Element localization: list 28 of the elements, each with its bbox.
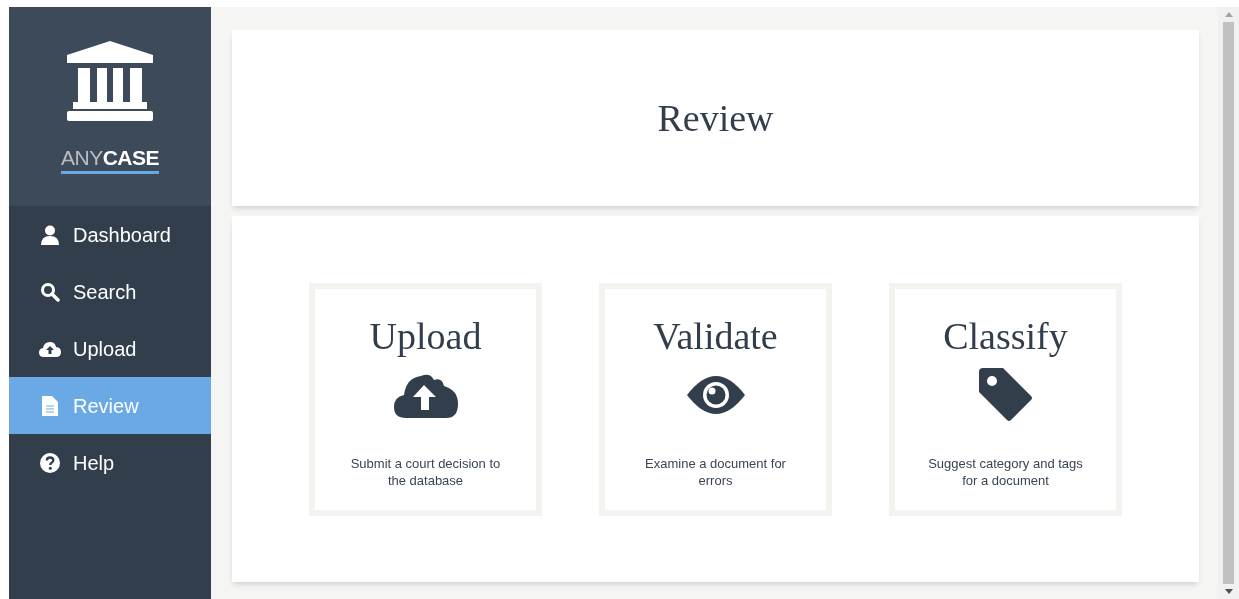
nav-item[interactable]: Upload bbox=[9, 320, 211, 377]
tag-icon bbox=[978, 368, 1033, 422]
help-icon bbox=[40, 452, 60, 473]
action-tile[interactable]: Validate Examine a document for errors bbox=[599, 283, 832, 516]
nav-item[interactable]: Search bbox=[9, 263, 211, 320]
tile-title: Upload bbox=[369, 317, 482, 355]
tile-title: Classify bbox=[943, 317, 1068, 355]
scroll-thumb[interactable] bbox=[1223, 22, 1234, 584]
page-title: Review bbox=[657, 95, 774, 141]
tile-description: Submit a court decision to the database bbox=[349, 455, 502, 489]
cloud-upload-icon bbox=[393, 372, 458, 418]
document-icon bbox=[42, 395, 58, 416]
tile-title: Validate bbox=[653, 317, 778, 355]
courthouse-icon bbox=[67, 41, 153, 121]
search-icon bbox=[40, 281, 60, 302]
scrollbar[interactable] bbox=[1218, 7, 1239, 599]
brand-logo-text: ANYCASE bbox=[61, 147, 159, 174]
action-tile[interactable]: Upload Submit a court decision to the database bbox=[309, 283, 542, 516]
cloud-upload-icon bbox=[39, 340, 61, 357]
nav-item[interactable]: Help bbox=[9, 434, 211, 491]
eye-icon bbox=[686, 376, 745, 414]
user-icon bbox=[40, 224, 60, 245]
action-tile[interactable]: Classify Suggest category and tags for a document bbox=[889, 283, 1122, 516]
scroll-up-icon[interactable] bbox=[1224, 12, 1233, 17]
tile-description: Examine a document for errors bbox=[644, 455, 787, 489]
nav-item[interactable]: Dashboard bbox=[9, 206, 211, 263]
scroll-down-icon[interactable] bbox=[1224, 589, 1233, 594]
tile-description: Suggest category and tags for a document bbox=[927, 455, 1084, 489]
